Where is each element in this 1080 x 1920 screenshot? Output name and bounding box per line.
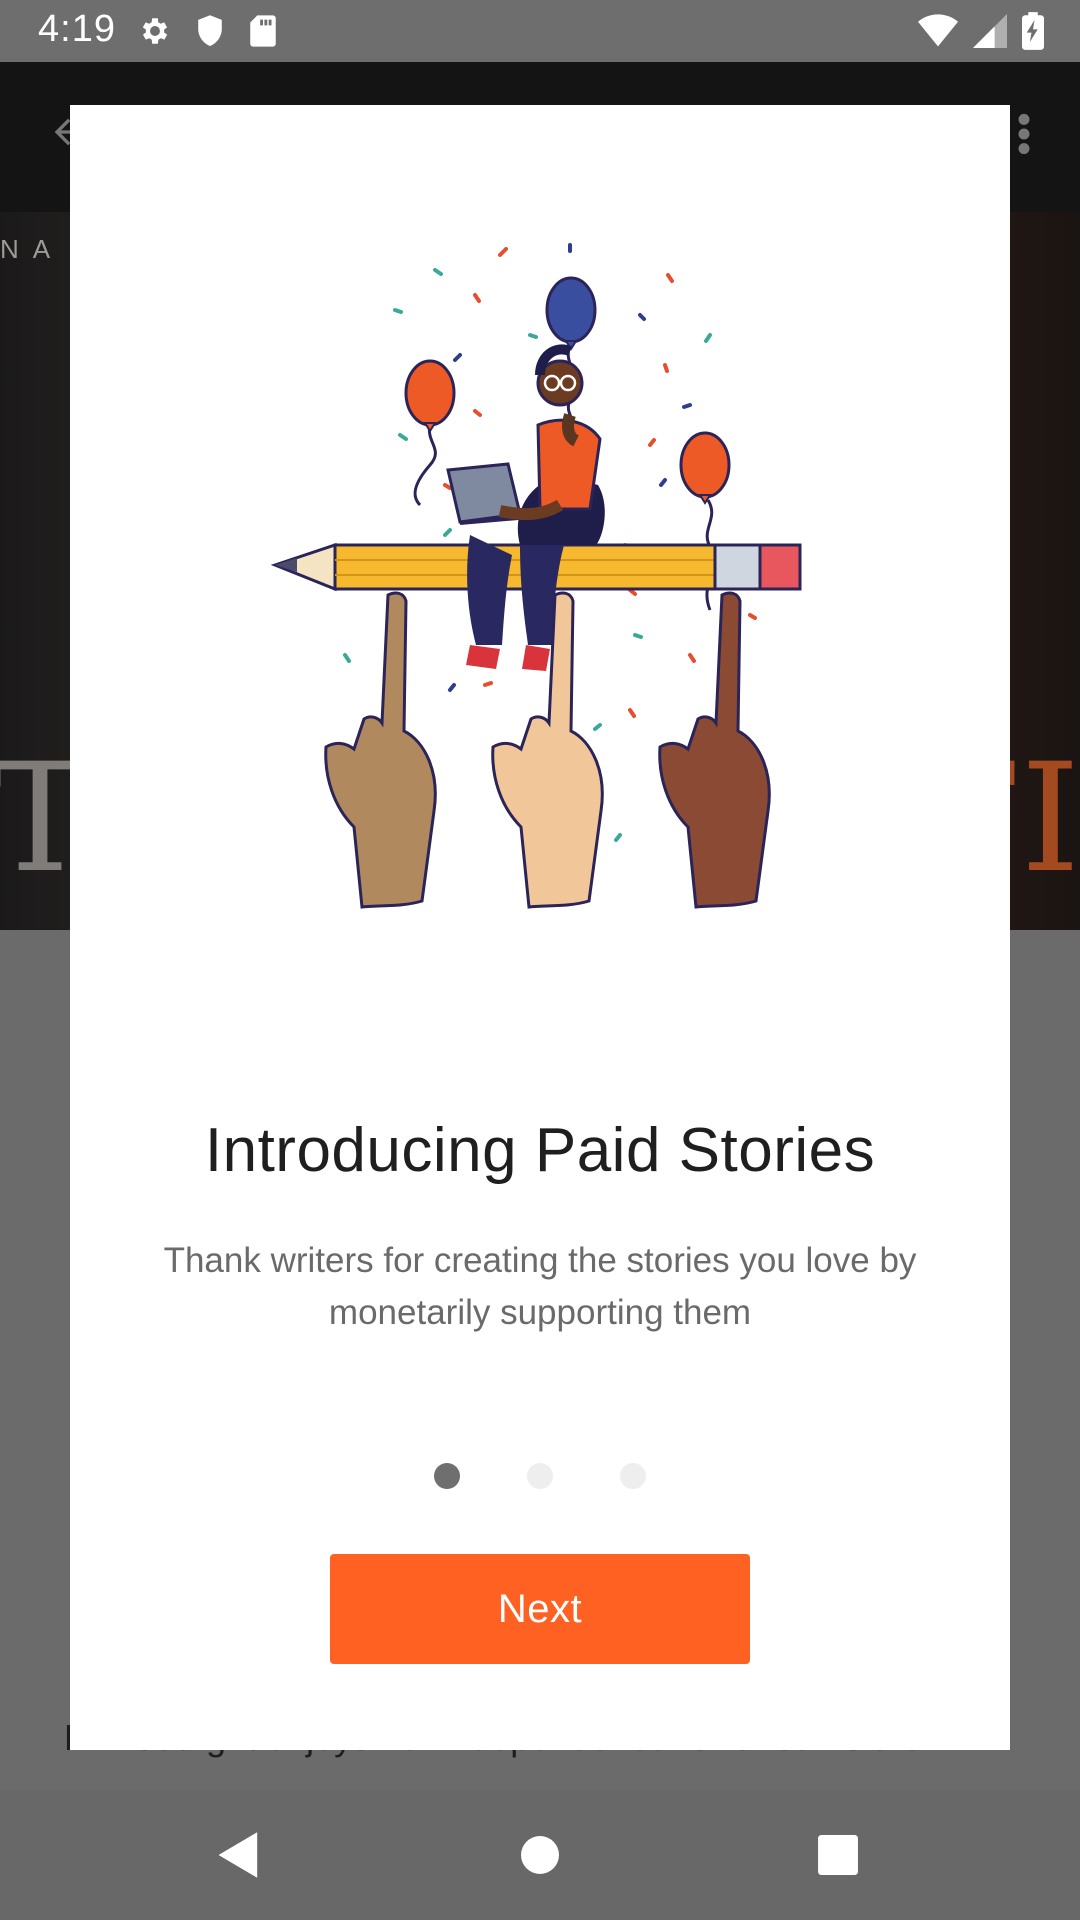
nav-home-icon[interactable] — [505, 1820, 575, 1890]
page-dot-3[interactable] — [620, 1463, 646, 1489]
dialog-subtitle: Thank writers for creating the stories y… — [163, 1241, 917, 1332]
paid-stories-dialog: Introducing Paid Stories Thank writers f… — [70, 105, 1010, 1750]
sd-card-icon — [248, 14, 278, 53]
signal-icon — [972, 14, 1008, 53]
navigation-bar — [0, 1790, 1080, 1920]
nav-recents-icon[interactable] — [803, 1820, 873, 1890]
page-dot-2[interactable] — [527, 1463, 553, 1489]
celebration-illustration — [270, 243, 802, 909]
page-dot-1[interactable] — [434, 1463, 460, 1489]
status-icons-left — [138, 14, 278, 53]
wifi-icon — [918, 14, 958, 53]
gear-icon — [138, 14, 172, 53]
next-button[interactable]: Next — [330, 1554, 750, 1664]
dialog-title: Introducing Paid Stories — [204, 1116, 876, 1185]
status-time: 4:19 — [38, 8, 116, 50]
shield-icon — [194, 14, 226, 53]
person-with-laptop — [446, 344, 605, 671]
status-bar: 4:19 — [0, 0, 1080, 62]
more-options-icon[interactable] — [1014, 112, 1034, 161]
nav-back-icon[interactable] — [204, 1820, 274, 1890]
cover-text-top: NA — [0, 234, 65, 264]
battery-charging-icon — [1022, 12, 1044, 55]
page-indicator — [70, 1463, 1010, 1489]
status-icons-right — [918, 12, 1044, 55]
